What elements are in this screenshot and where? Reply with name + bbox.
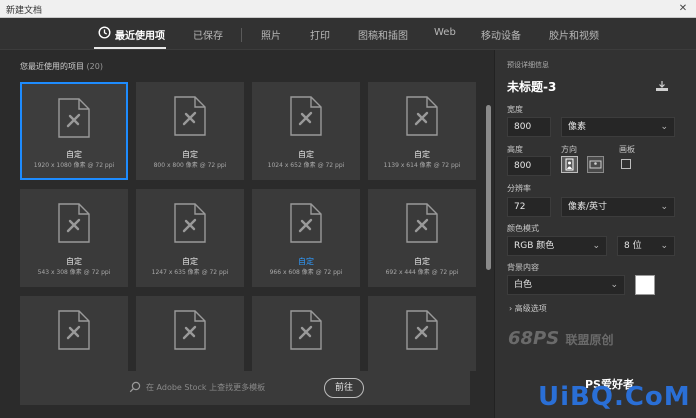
document-icon: [406, 96, 438, 136]
preset-size: 1024 x 652 像素 @ 72 ppi: [267, 162, 345, 169]
close-icon[interactable]: ✕: [676, 2, 690, 15]
scrollbar-thumb[interactable]: [486, 105, 491, 270]
landscape-orientation-button[interactable]: [587, 156, 604, 173]
preset-size: 692 x 444 像素 @ 72 ppi: [385, 269, 459, 276]
document-icon: [290, 310, 322, 350]
category-tabbar: 最近使用项 已保存 照片 打印 图稿和插图 Web 移动设备 胶片和视频: [0, 18, 696, 50]
document-icon: [174, 96, 206, 136]
chevron-down-icon: ⌄: [660, 202, 668, 212]
recent-count: (20): [86, 62, 103, 71]
preset-size: 966 x 608 像素 @ 72 ppi: [269, 269, 343, 276]
document-icon: [290, 203, 322, 243]
document-icon: [58, 203, 90, 243]
chevron-down-icon: ⌄: [660, 122, 668, 132]
preset-card[interactable]: 自定 692 x 444 像素 @ 72 ppi: [368, 189, 476, 287]
document-icon: [406, 310, 438, 350]
save-preset-icon[interactable]: [655, 80, 669, 92]
document-icon: [290, 96, 322, 136]
document-icon: [174, 310, 206, 350]
preset-size: 1920 x 1080 像素 @ 72 ppi: [33, 162, 115, 169]
preset-card[interactable]: [252, 296, 360, 371]
preset-name: 自定: [414, 257, 430, 266]
portrait-orientation-button[interactable]: [561, 156, 578, 173]
search-input[interactable]: 在 Adobe Stock 上查找更多模板: [146, 382, 265, 393]
clock-icon: [98, 26, 111, 39]
active-tab-indicator: [94, 47, 166, 49]
preset-details-heading: 预设详细信息: [507, 61, 549, 69]
preset-name: 自定: [182, 150, 198, 159]
stock-search-bar: 在 Adobe Stock 上查找更多模板 前往: [20, 371, 470, 405]
background-color-swatch[interactable]: [635, 275, 655, 295]
tab-divider: [241, 28, 242, 42]
width-label: 宽度: [507, 105, 523, 114]
preset-card[interactable]: 自定 1920 x 1080 像素 @ 72 ppi: [20, 82, 128, 180]
preset-card[interactable]: [136, 296, 244, 371]
document-icon: [58, 98, 90, 138]
tab-film-video[interactable]: 胶片和视频: [549, 27, 599, 42]
tab-photo[interactable]: 照片: [261, 27, 281, 42]
color-mode-label: 颜色模式: [507, 224, 539, 233]
document-icon: [406, 203, 438, 243]
resolution-input[interactable]: 72: [507, 197, 551, 217]
chevron-down-icon: ⌄: [610, 280, 618, 290]
bit-depth-select[interactable]: 8 位 ⌄: [617, 236, 675, 256]
preset-name: 自定: [182, 257, 198, 266]
preset-card[interactable]: 自定 543 x 308 像素 @ 72 ppi: [20, 189, 128, 287]
chevron-right-icon: ›: [509, 304, 513, 313]
portrait-icon: [565, 158, 574, 171]
resolution-label: 分辨率: [507, 184, 531, 193]
uibq-watermark: UiBQ.CoM: [538, 382, 691, 412]
resolution-unit-select[interactable]: 像素/英寸 ⌄: [561, 197, 675, 217]
go-button[interactable]: 前往: [324, 378, 364, 398]
preset-size: 800 x 800 像素 @ 72 ppi: [153, 162, 227, 169]
orientation-label: 方向: [561, 145, 577, 154]
preset-name: 自定: [66, 257, 82, 266]
preset-card[interactable]: 自定 1139 x 614 像素 @ 72 ppi: [368, 82, 476, 180]
document-name-field[interactable]: 未标题-3: [507, 78, 556, 95]
window-titlebar: 新建文档 ✕: [0, 0, 696, 18]
recent-items-pane: 您最近使用的项目 (20) 自定 1920 x 1080 像素 @ 72 ppi 自…: [0, 50, 494, 418]
tab-recent[interactable]: 最近使用项: [115, 27, 165, 42]
background-label: 背景内容: [507, 263, 539, 272]
width-input[interactable]: 800: [507, 117, 551, 137]
width-unit-select[interactable]: 像素 ⌄: [561, 117, 675, 137]
advanced-options-toggle[interactable]: › 高级选项: [509, 303, 547, 314]
ps-logo-watermark: 68PS 联盟原创: [508, 328, 614, 349]
tab-saved[interactable]: 已保存: [193, 27, 223, 42]
landscape-icon: [589, 160, 602, 169]
height-label: 高度: [507, 145, 523, 154]
preset-name: 自定: [66, 150, 82, 159]
preset-card[interactable]: [20, 296, 128, 371]
tab-art-illustration[interactable]: 图稿和插图: [358, 27, 408, 42]
tab-print[interactable]: 打印: [310, 27, 330, 42]
preset-card[interactable]: 自定 1024 x 652 像素 @ 72 ppi: [252, 82, 360, 180]
preset-card[interactable]: 自定 1247 x 635 像素 @ 72 ppi: [136, 189, 244, 287]
window-title: 新建文档: [6, 6, 43, 16]
document-icon: [174, 203, 206, 243]
tab-web[interactable]: Web: [434, 27, 456, 38]
preset-details-pane: 预设详细信息 未标题-3 宽度 800 像素 ⌄ 高度 800 方向 画板 分辨率…: [494, 50, 696, 418]
height-input[interactable]: 800: [507, 156, 551, 176]
color-mode-select[interactable]: RGB 颜色 ⌄: [507, 236, 607, 256]
recent-heading: 您最近使用的项目 (20): [20, 62, 103, 71]
preset-size: 543 x 308 像素 @ 72 ppi: [37, 269, 111, 276]
chevron-down-icon: ⌄: [660, 241, 668, 251]
preset-size: 1139 x 614 像素 @ 72 ppi: [383, 162, 461, 169]
preset-name: 自定: [414, 150, 430, 159]
search-icon: [129, 381, 141, 393]
preset-card[interactable]: 自定 966 x 608 像素 @ 72 ppi: [252, 189, 360, 287]
artboard-label: 画板: [619, 145, 635, 154]
tab-mobile[interactable]: 移动设备: [481, 27, 521, 42]
artboard-checkbox[interactable]: [621, 159, 631, 169]
preset-card[interactable]: 自定 800 x 800 像素 @ 72 ppi: [136, 82, 244, 180]
preset-name: 自定: [298, 257, 314, 266]
chevron-down-icon: ⌄: [592, 241, 600, 251]
preset-name: 自定: [298, 150, 314, 159]
preset-size: 1247 x 635 像素 @ 72 ppi: [151, 269, 229, 276]
document-icon: [58, 310, 90, 350]
preset-card[interactable]: [368, 296, 476, 371]
background-select[interactable]: 白色 ⌄: [507, 275, 625, 295]
